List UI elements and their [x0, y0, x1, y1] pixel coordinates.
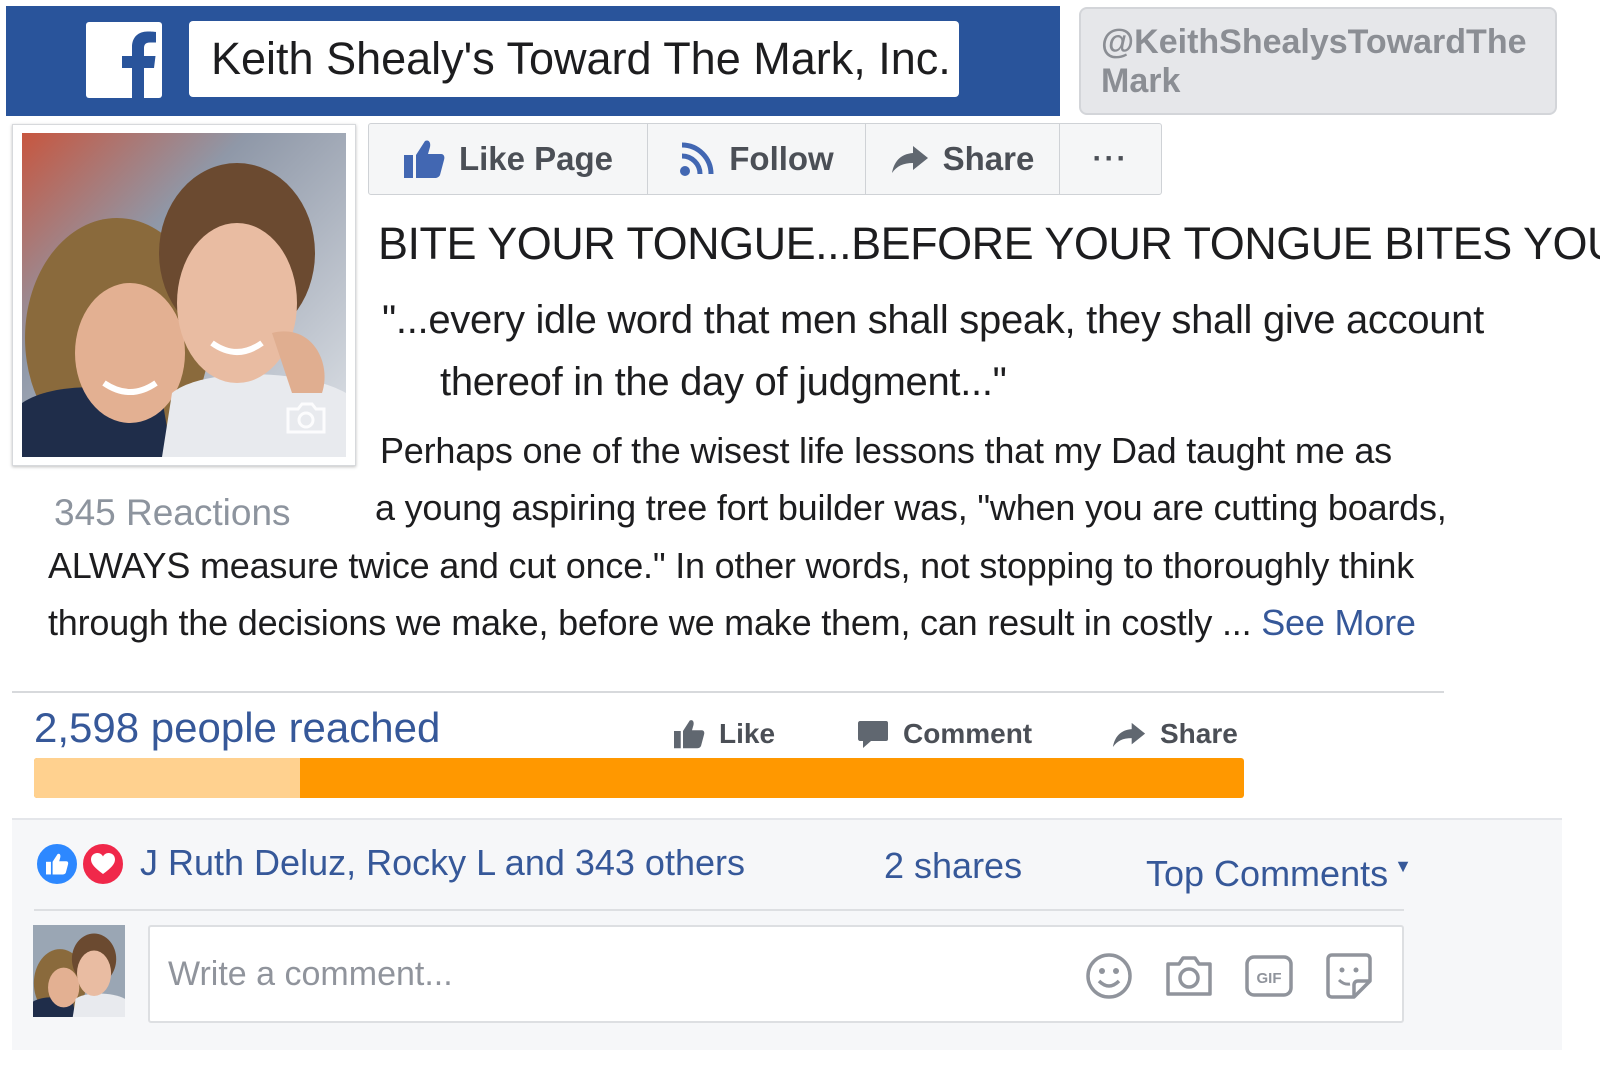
comment-divider: [34, 909, 1404, 911]
comment-placeholder: Write a comment...: [168, 955, 453, 993]
gif-icon[interactable]: GIF: [1244, 951, 1294, 1001]
top-comments-label: Top Comments: [1146, 853, 1389, 894]
shares-count[interactable]: 2 shares: [884, 841, 1022, 891]
see-more-link[interactable]: See More: [1261, 602, 1416, 643]
post-body-line-3: ALWAYS measure twice and cut once." In o…: [48, 545, 1415, 586]
like-label: Like: [719, 718, 776, 749]
comment-input[interactable]: Write a comment... GIF: [148, 925, 1404, 1023]
post-body-line-2: a young aspiring tree fort builder was, …: [375, 487, 1447, 528]
page-title[interactable]: Keith Shealy's Toward The Mark, Inc.: [189, 21, 959, 97]
top-comments-dropdown[interactable]: Top Comments ▼: [1146, 841, 1412, 899]
quote-line-1: "...every idle word that men shall speak…: [382, 298, 1484, 342]
post-divider: [12, 691, 1444, 693]
profile-picture[interactable]: [12, 124, 356, 466]
post-body-text: through the decisions we make, before we…: [48, 602, 1252, 643]
caret-down-icon: ▼: [1394, 856, 1412, 876]
like-button[interactable]: Like: [673, 712, 775, 756]
thumbs-up-icon: [674, 720, 705, 749]
love-reaction-icon[interactable]: [80, 841, 126, 887]
like-page-button[interactable]: Like Page: [369, 124, 648, 194]
facebook-f-icon[interactable]: [86, 22, 162, 98]
rss-follow-icon: [680, 142, 714, 176]
more-options-button[interactable]: ···: [1060, 124, 1161, 194]
share-button[interactable]: Share: [1112, 712, 1238, 756]
quote-line-2: thereof in the day of judgment...": [440, 360, 1007, 404]
share-label: Share: [942, 140, 1035, 177]
avatar[interactable]: [33, 925, 125, 1017]
share-label: Share: [1160, 718, 1238, 749]
page-handle: @KeithShealysTowardTheMark: [1079, 7, 1557, 115]
sticker-icon[interactable]: [1324, 951, 1374, 1001]
post-title: BITE YOUR TONGUE...BEFORE YOUR TONGUE BI…: [378, 218, 1600, 269]
follow-label: Follow: [729, 140, 834, 177]
reach-progress-bar: [34, 758, 1244, 798]
page-action-bar: Like Page Follow Share ···: [368, 123, 1162, 195]
like-page-label: Like Page: [458, 140, 614, 177]
page-header: Keith Shealy's Toward The Mark, Inc.: [6, 6, 1060, 116]
share-arrow-icon: [1112, 722, 1146, 747]
profile-photo: [22, 133, 346, 457]
post-quote: "...every idle word that men shall speak…: [382, 289, 1562, 413]
people-reached[interactable]: 2,598 people reached: [34, 700, 440, 756]
reactors-summary[interactable]: J Ruth Deluz, Rocky L and 343 others: [140, 838, 745, 888]
camera-icon[interactable]: [284, 401, 328, 435]
like-reaction-icon[interactable]: [34, 841, 80, 887]
reach-organic-segment: [34, 758, 301, 798]
more-dots-icon: ···: [1092, 142, 1129, 175]
reactions-count[interactable]: 345 Reactions: [54, 488, 291, 538]
svg-text:GIF: GIF: [1257, 970, 1282, 987]
emoji-icon[interactable]: [1084, 951, 1134, 1001]
comment-button[interactable]: Comment: [857, 712, 1032, 756]
follow-button[interactable]: Follow: [648, 124, 866, 194]
thumbs-up-icon: [403, 140, 445, 178]
camera-icon[interactable]: [1164, 951, 1214, 1001]
comment-bubble-icon: [858, 721, 888, 748]
post-body-line-4: through the decisions we make, before we…: [48, 594, 1416, 651]
share-arrow-icon: [891, 146, 928, 173]
share-page-button[interactable]: Share: [866, 124, 1060, 194]
post-body-line-1: Perhaps one of the wisest life lessons t…: [380, 430, 1392, 471]
comment-label: Comment: [903, 718, 1033, 749]
